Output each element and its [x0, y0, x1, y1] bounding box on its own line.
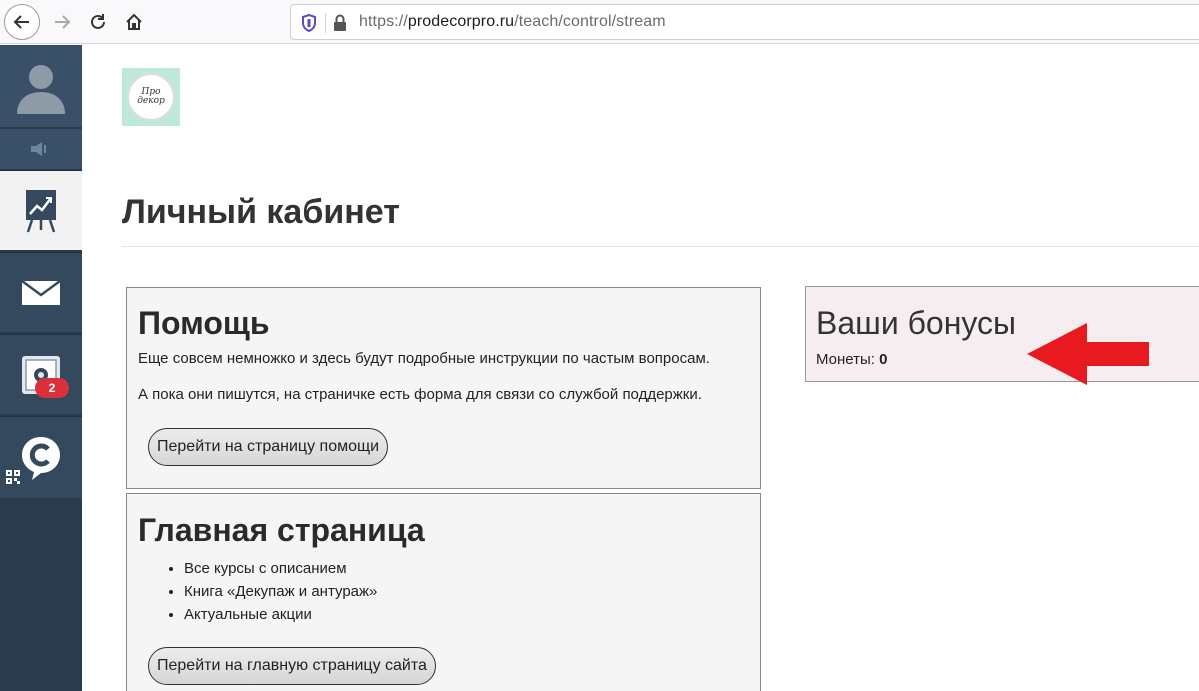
main-page-button[interactable]: Перейти на главную страницу сайта: [148, 647, 436, 685]
forward-icon: [55, 15, 71, 29]
address-bar[interactable]: https://prodecorpro.ru/teach/control/str…: [290, 4, 1199, 40]
help-card-title: Помощь: [138, 305, 270, 341]
chat-icon: [22, 436, 60, 480]
home-button[interactable]: [116, 4, 152, 40]
list-item: Книга «Декупаж и антураж»: [184, 580, 377, 603]
red-arrow-icon: [1027, 323, 1149, 385]
page-title: Личный кабинет: [122, 193, 400, 231]
reload-button[interactable]: [80, 4, 116, 40]
sidebar: 2: [0, 45, 82, 691]
home-icon: [126, 13, 142, 30]
notification-badge: 2: [35, 378, 69, 398]
user-avatar-icon: [17, 65, 65, 114]
shield-icon[interactable]: [301, 14, 317, 32]
site-logo[interactable]: Про декор: [122, 68, 180, 126]
main-page-card: Главная страница Все курсы с описанием К…: [126, 493, 761, 691]
back-button[interactable]: [4, 4, 40, 40]
title-divider: [122, 246, 1199, 247]
coins-info: Монеты: 0: [816, 351, 888, 368]
mail-icon: [21, 279, 61, 305]
sidebar-item-messages[interactable]: [0, 252, 82, 332]
help-page-button[interactable]: Перейти на страницу помощи: [148, 428, 389, 466]
help-card-line1: Еще совсем немножко и здесь будут подроб…: [138, 350, 710, 367]
help-card-line2: А пока они пишутся, на страничке есть фо…: [138, 386, 702, 403]
list-item: Все курсы с описанием: [184, 557, 377, 580]
chart-board-icon: [26, 189, 56, 232]
bonus-title: Ваши бонусы: [816, 305, 1017, 341]
url-separator: [325, 13, 326, 33]
browser-toolbar: https://prodecorpro.ru/teach/control/str…: [0, 0, 1199, 44]
forward-button[interactable]: [44, 4, 80, 40]
list-item: Актуальные акции: [184, 603, 377, 626]
main-card-list: Все курсы с описанием Книга «Декупаж и а…: [184, 557, 377, 626]
logo-text: Про декор: [127, 73, 175, 121]
sidebar-profile[interactable]: [0, 45, 82, 127]
back-icon: [13, 15, 29, 29]
sidebar-sound[interactable]: [0, 129, 82, 169]
main-card-title: Главная страница: [138, 512, 425, 548]
reload-icon: [91, 14, 105, 29]
coins-value: 0: [879, 351, 888, 368]
sidebar-item-safe[interactable]: 2: [0, 334, 82, 414]
url-text[interactable]: https://prodecorpro.ru/teach/control/str…: [359, 13, 666, 31]
qr-icon[interactable]: [6, 470, 20, 484]
sidebar-item-chat[interactable]: [0, 416, 82, 498]
lock-icon[interactable]: [333, 14, 347, 32]
help-card: Помощь Еще совсем немножко и здесь будут…: [126, 287, 761, 489]
sidebar-item-training[interactable]: [0, 170, 82, 250]
sound-icon: [31, 142, 46, 156]
